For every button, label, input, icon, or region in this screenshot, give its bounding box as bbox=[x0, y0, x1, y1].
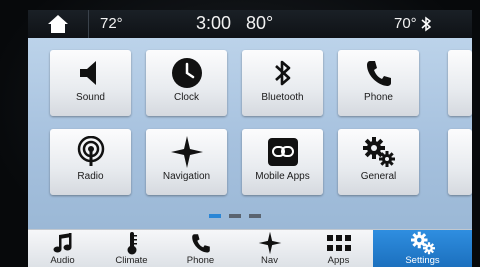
nav-settings[interactable]: Settings bbox=[373, 230, 472, 267]
tile-offscreen[interactable] bbox=[448, 129, 472, 195]
clock-icon bbox=[171, 58, 202, 88]
tile-radio[interactable]: Radio bbox=[50, 129, 131, 195]
nav-label: Phone bbox=[186, 255, 215, 266]
nav-label: Nav bbox=[261, 255, 278, 266]
music-note-icon bbox=[53, 233, 71, 253]
nav-phone[interactable]: Phone bbox=[166, 230, 235, 267]
tile-label: Phone bbox=[364, 92, 393, 103]
tile-general[interactable]: General bbox=[338, 129, 419, 195]
phone-icon bbox=[366, 61, 391, 86]
tile-bluetooth[interactable]: Bluetooth bbox=[242, 50, 323, 116]
compass-star-icon bbox=[258, 231, 281, 255]
infotainment-screen: 72° 3:00 80° 70° Sound Clock Bluetooth P… bbox=[28, 10, 472, 267]
compass-star-icon bbox=[170, 136, 203, 168]
phone-icon bbox=[191, 234, 210, 253]
nav-label: Audio bbox=[50, 255, 75, 266]
tile-clock[interactable]: Clock bbox=[146, 50, 227, 116]
nav-label: Apps bbox=[327, 255, 350, 266]
tile-label: General bbox=[360, 171, 397, 182]
page-indicator-dot[interactable] bbox=[229, 214, 241, 218]
tile-offscreen[interactable] bbox=[448, 50, 472, 116]
nav-label: Settings bbox=[405, 255, 440, 266]
tile-mobile-apps[interactable]: Mobile Apps bbox=[242, 129, 323, 195]
tile-label: Radio bbox=[77, 171, 104, 182]
tile-sound[interactable]: Sound bbox=[50, 50, 131, 116]
settings-grid: Sound Clock Bluetooth Phone Radio Naviga… bbox=[28, 38, 472, 229]
nav-climate[interactable]: Climate bbox=[97, 230, 166, 267]
tile-label: Bluetooth bbox=[261, 92, 304, 103]
tile-label: Sound bbox=[76, 92, 105, 103]
bluetooth-icon bbox=[274, 60, 290, 86]
tile-label: Clock bbox=[173, 92, 199, 103]
passenger-temp[interactable]: 70° bbox=[394, 13, 417, 35]
nav-label: Climate bbox=[115, 255, 148, 266]
home-icon bbox=[48, 15, 68, 33]
clock-time: 3:00 bbox=[196, 13, 232, 33]
nav-navigation[interactable]: Nav bbox=[235, 230, 304, 267]
tile-navigation[interactable]: Navigation bbox=[146, 129, 227, 195]
bottom-nav-bar: Audio Climate Phone Nav Apps Settings bbox=[28, 229, 472, 267]
nav-apps[interactable]: Apps bbox=[304, 230, 373, 267]
tile-phone[interactable]: Phone bbox=[338, 50, 419, 116]
apps-grid-icon bbox=[326, 235, 351, 251]
link-icon bbox=[267, 138, 298, 166]
page-indicator-dot[interactable] bbox=[209, 214, 221, 218]
gears-icon bbox=[410, 231, 435, 255]
bluetooth-status-icon bbox=[421, 16, 431, 32]
driver-temp[interactable]: 72° bbox=[100, 13, 123, 35]
status-bar: 72° 3:00 80° 70° bbox=[28, 10, 472, 38]
gears-icon bbox=[362, 137, 395, 167]
page-indicator-dot[interactable] bbox=[249, 214, 261, 218]
nav-audio[interactable]: Audio bbox=[28, 230, 97, 267]
outside-temp: 80° bbox=[246, 13, 274, 33]
thermometer-icon bbox=[127, 232, 137, 255]
tile-label: Mobile Apps bbox=[255, 171, 310, 182]
radio-icon bbox=[77, 136, 104, 166]
tile-label: Navigation bbox=[162, 171, 211, 182]
speaker-icon bbox=[79, 61, 96, 85]
home-button[interactable] bbox=[28, 10, 89, 38]
